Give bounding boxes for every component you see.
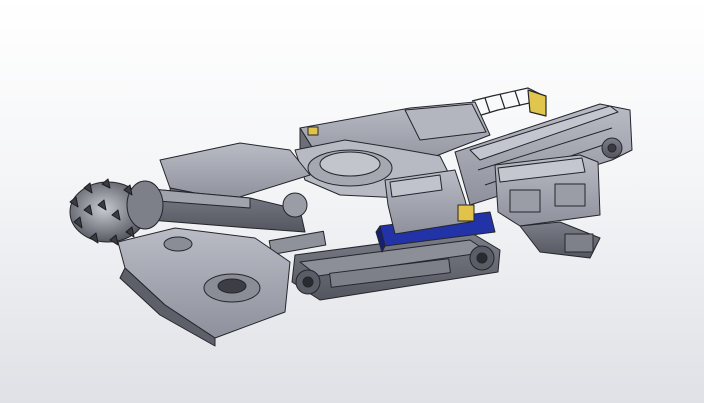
rail-ladder: [471, 87, 547, 117]
rear-stabilizer: [519, 221, 601, 259]
cad-viewport[interactable]: [0, 0, 704, 403]
rear-power-pack: [494, 154, 601, 227]
loading-apron: [117, 227, 291, 347]
roadheader-3d-model[interactable]: [0, 0, 704, 403]
